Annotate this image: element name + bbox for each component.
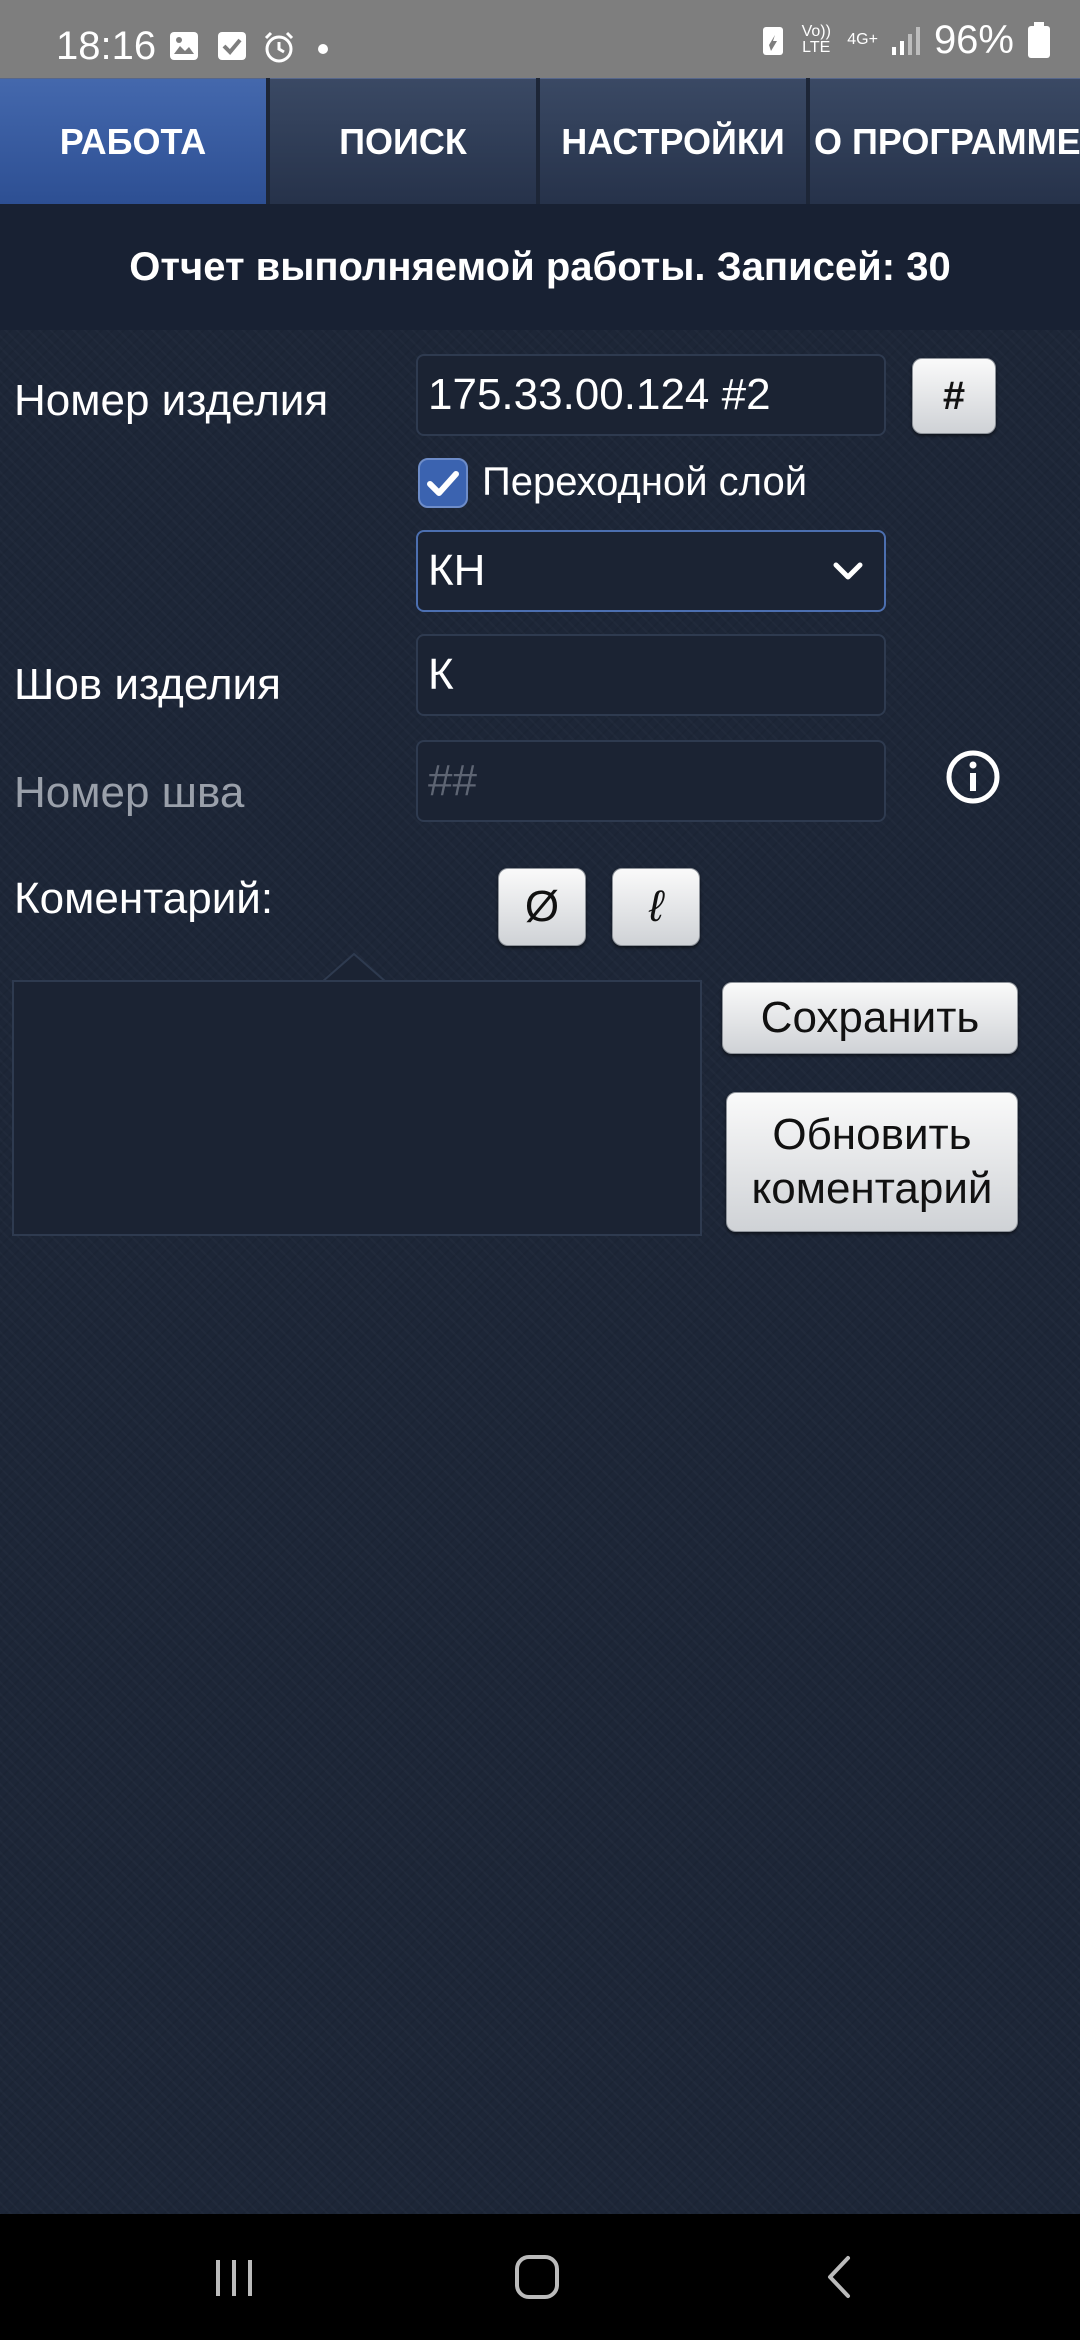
item-number-input[interactable]: 175.33.00.124 #2 [416,354,886,436]
alarm-icon [264,31,294,63]
data-saver-icon [763,27,784,55]
back-icon[interactable] [824,2254,854,2300]
dot-icon [318,44,328,54]
volte-indicator: Vo)) LTE [801,23,831,56]
check-icon [218,32,246,60]
comment-textarea[interactable] [12,980,702,1236]
battery-icon [1028,22,1050,58]
update-comment-button[interactable]: Обновить коментарий [726,1092,1018,1232]
status-time: 18:16 [56,24,157,68]
info-icon[interactable] [944,748,1002,806]
item-number-label: Номер изделия [14,376,329,425]
status-bar: 18:16 Vo)) LTE 4G+ 96% [0,0,1080,78]
home-icon[interactable] [514,2254,560,2300]
recent-apps-icon[interactable] [212,2258,256,2298]
system-nav-bar [0,2214,1080,2340]
update-button-line1: Обновить [772,1110,972,1159]
tab-o-programme[interactable]: О ПРОГРАММЕ [810,78,1080,204]
check-icon [427,471,459,496]
tab-nastroyki[interactable]: НАСТРОЙКИ [540,78,806,204]
tab-poisk[interactable]: ПОИСК [270,78,536,204]
tab-rabota[interactable]: РАБОТА [0,78,266,204]
signal-icon [891,27,920,55]
chevron-down-icon [833,562,863,580]
seam-number-input: ## [416,740,886,822]
layer-select[interactable]: КН [416,530,886,612]
seam-label: Шов изделия [14,660,281,709]
update-button-line2: коментарий [751,1164,993,1213]
seam-number-label: Номер шва [14,768,245,817]
network-type: 4G+ [847,31,878,48]
save-button[interactable]: Сохранить [722,982,1018,1054]
report-header: Отчет выполняемой работы. Записей: 30 [0,204,1080,330]
script-l-button[interactable]: ℓ [612,868,700,946]
comment-label: Коментарий: [14,874,274,923]
seam-input[interactable]: К [416,634,886,716]
battery-percent: 96% [933,17,1014,62]
transition-layer-checkbox[interactable] [418,458,468,508]
transition-layer-label: Переходной слой [482,460,808,504]
diameter-button[interactable]: Ø [498,868,586,946]
image-icon [170,32,198,60]
hash-button[interactable]: # [912,358,996,434]
page-title: Отчет выполняемой работы. Записей: 30 [129,244,951,289]
status-right: Vo)) LTE 4G+ 96% [761,17,1050,62]
layer-select-value: КН [428,546,486,595]
tab-bar: РАБОТА ПОИСК НАСТРОЙКИ О ПРОГРАММЕ [0,78,1080,204]
